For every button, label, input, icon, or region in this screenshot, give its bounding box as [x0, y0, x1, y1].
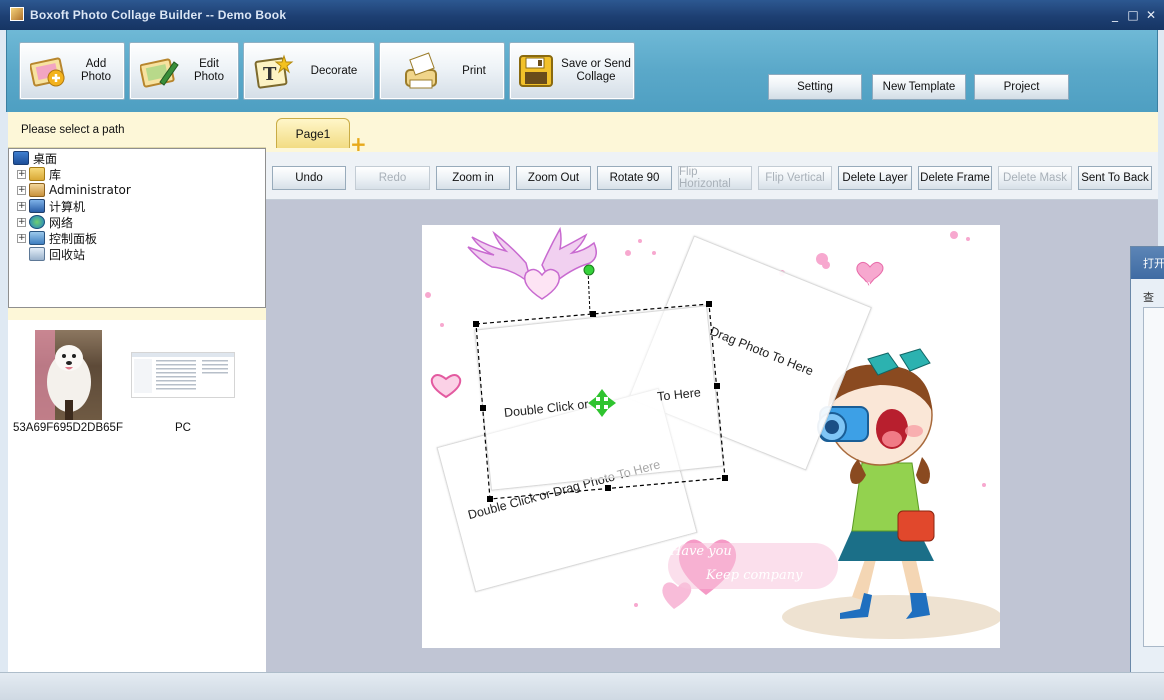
expand-icon[interactable]: + — [17, 185, 26, 195]
rotate-handle-icon — [583, 264, 595, 276]
path-header: Please select a path — [8, 112, 266, 148]
save-send-label: Save or Send Collage — [561, 58, 631, 83]
expand-icon[interactable]: + — [17, 169, 26, 179]
flip-vertical-button[interactable]: Flip Vertical — [758, 166, 832, 190]
save-send-button[interactable]: Save or Send Collage — [509, 42, 635, 100]
library-folder-icon — [29, 167, 45, 181]
delete-layer-button[interactable]: Delete Layer — [838, 166, 912, 190]
tree-item-computer[interactable]: + 计算机 — [17, 198, 85, 214]
add-photo-label: Add Photo — [80, 58, 112, 83]
dog-photo-image — [35, 330, 91, 420]
pc-screenshot-image — [132, 353, 234, 393]
page-tab-strip — [266, 112, 1158, 152]
tree-item-network[interactable]: + 网络 — [17, 214, 73, 230]
tree-item-label: 控制面板 — [49, 231, 98, 246]
selection-overlay[interactable] — [422, 225, 1000, 648]
edit-photo-label: Edit Photo — [193, 58, 225, 83]
minimize-button[interactable]: _ — [1108, 8, 1122, 22]
thumbnail-caption: PC — [175, 422, 191, 434]
tree-item-label: 网络 — [49, 215, 74, 230]
dialog-content — [1143, 307, 1164, 647]
recycle-bin-icon — [29, 247, 45, 261]
delete-frame-button[interactable]: Delete Frame — [918, 166, 992, 190]
tree-item-control-panel[interactable]: + 控制面板 — [17, 230, 97, 246]
tree-item-recycle-bin[interactable]: 回收站 — [29, 246, 85, 262]
tree-item-administrator[interactable]: + Administrator — [17, 182, 131, 198]
tree-item-label: Administrator — [49, 183, 131, 197]
decorate-label: Decorate — [310, 64, 358, 77]
expand-icon[interactable]: + — [17, 233, 26, 243]
redo-button[interactable]: Redo — [355, 166, 430, 190]
tab-page1[interactable]: Page1 — [276, 118, 350, 148]
decorate-icon: T — [254, 54, 294, 89]
status-bar — [0, 672, 1164, 700]
title-bar: Boxoft Photo Collage Builder -- Demo Boo… — [0, 0, 1164, 30]
network-icon — [29, 215, 45, 229]
thumbnail-caption: 53A69F695D2DB65F — [13, 422, 123, 434]
rotate-90-button[interactable]: Rotate 90 — [597, 166, 672, 190]
zoom-in-button[interactable]: Zoom in — [436, 166, 510, 190]
control-panel-icon — [29, 231, 45, 245]
dialog-title: 打开 — [1131, 247, 1164, 279]
window-title: Boxoft Photo Collage Builder -- Demo Boo… — [30, 8, 287, 22]
print-label: Print — [462, 64, 486, 77]
edit-photo-button[interactable]: Edit Photo — [129, 42, 239, 100]
thumbnail-screenshot-pc[interactable] — [131, 352, 235, 398]
tree-item-desktop[interactable]: 桌面 — [13, 150, 57, 166]
delete-mask-button[interactable]: Delete Mask — [998, 166, 1072, 190]
tree-item-library[interactable]: + 库 — [17, 166, 61, 182]
undo-button[interactable]: Undo — [272, 166, 346, 190]
tree-item-label: 库 — [49, 167, 62, 182]
zoom-out-button[interactable]: Zoom Out — [516, 166, 591, 190]
close-button[interactable]: ✕ — [1144, 8, 1158, 22]
send-to-back-button[interactable]: Sent To Back — [1078, 166, 1152, 190]
desktop-icon — [13, 151, 29, 165]
edit-photo-icon — [140, 58, 179, 88]
tree-item-label: 计算机 — [49, 199, 86, 214]
save-icon — [519, 55, 553, 87]
add-photo-button[interactable]: Add Photo — [19, 42, 125, 100]
tree-item-label: 桌面 — [33, 151, 58, 166]
open-file-dialog[interactable]: 打开 查找 — [1130, 246, 1164, 686]
add-photo-icon — [30, 57, 65, 87]
expand-icon[interactable]: + — [17, 217, 26, 227]
add-page-icon[interactable]: + — [350, 134, 368, 154]
print-button[interactable]: Print — [379, 42, 505, 100]
print-icon — [405, 52, 437, 89]
thumbnail-photo-dog[interactable] — [35, 330, 102, 420]
maximize-button[interactable]: □ — [1126, 8, 1140, 22]
setting-button[interactable]: Setting — [768, 74, 862, 100]
move-cursor-icon — [588, 389, 616, 417]
panel-divider — [8, 308, 266, 320]
main-toolbar: Add Photo Edit Photo T Decorate Print Sa… — [6, 30, 1158, 112]
path-label: Please select a path — [21, 124, 125, 136]
tree-item-label: 回收站 — [49, 247, 86, 262]
expand-icon[interactable]: + — [17, 201, 26, 211]
decorate-button[interactable]: T Decorate — [243, 42, 375, 100]
computer-icon — [29, 199, 45, 213]
collage-page[interactable]: Have you Keep company LOVE Drag Photo To… — [422, 225, 1000, 648]
flip-horizontal-button[interactable]: Flip Horizontal — [678, 166, 752, 190]
folder-tree[interactable]: 桌面 + 库 + Administrator + 计算机 + 网络 + 控制面板… — [8, 148, 266, 308]
app-icon — [10, 7, 24, 21]
new-template-button[interactable]: New Template — [872, 74, 966, 100]
user-folder-icon — [29, 183, 45, 197]
svg-text:T: T — [263, 64, 277, 85]
project-button[interactable]: Project — [974, 74, 1069, 100]
